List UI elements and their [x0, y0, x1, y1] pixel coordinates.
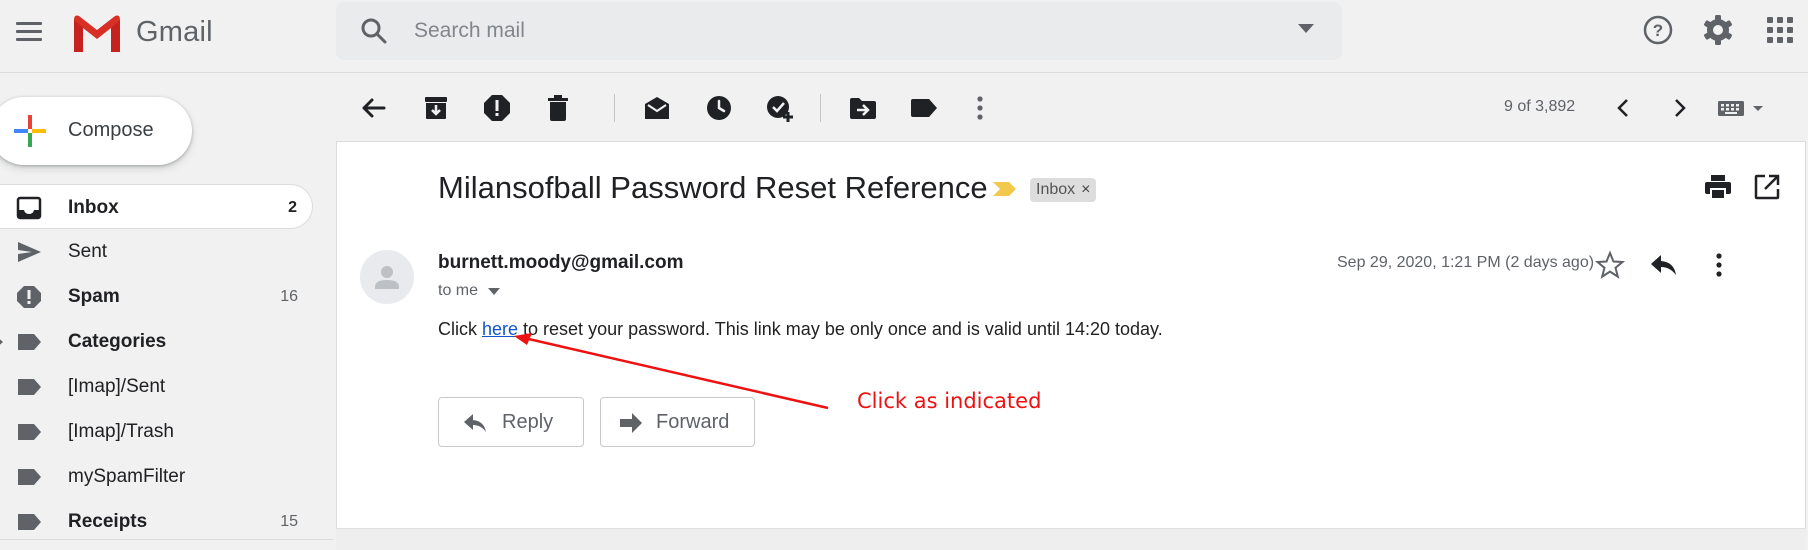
search-icon[interactable]: [360, 17, 388, 45]
sidebar-item-categories[interactable]: Categories: [0, 319, 314, 364]
inbox-icon: [16, 196, 42, 220]
labels-icon[interactable]: [908, 92, 940, 124]
annotation-label: Click as indicated: [857, 389, 1042, 413]
snooze-icon[interactable]: [703, 92, 735, 124]
reset-password-link[interactable]: here: [482, 319, 518, 339]
sidebar-item-label: Sent: [68, 241, 108, 262]
more-vert-icon[interactable]: [964, 92, 996, 124]
compose-button[interactable]: Compose: [0, 97, 192, 165]
sidebar-item-inbox[interactable]: Inbox 2: [0, 184, 313, 229]
toolbar-divider: [820, 94, 821, 122]
label-icon: [18, 514, 41, 530]
sidebar-item-receipts[interactable]: Receipts 15: [0, 499, 314, 544]
sidebar-item-label: Spam: [68, 286, 120, 307]
label-chip-text: Inbox: [1036, 181, 1076, 198]
main-menu-button[interactable]: [12, 14, 46, 48]
label-icon: [18, 334, 41, 350]
archive-icon[interactable]: [420, 92, 452, 124]
remove-label-icon[interactable]: ×: [1081, 181, 1090, 199]
message-date: Sep 29, 2020, 1:21 PM (2 days ago): [1337, 254, 1595, 271]
top-header: Gmail ?: [0, 0, 1808, 73]
toolbar-divider: [614, 94, 615, 122]
print-icon[interactable]: [1703, 172, 1733, 202]
search-options-icon[interactable]: [1298, 24, 1314, 33]
newer-chevron-icon[interactable]: [1608, 92, 1640, 124]
search-input[interactable]: [414, 16, 1274, 46]
message-toolbar: 9 of 3,892: [336, 84, 1808, 132]
send-icon: [18, 242, 41, 262]
sidebar-divider: [0, 539, 334, 540]
message-body: Click here to reset your password. This …: [438, 319, 1163, 340]
delete-icon[interactable]: [542, 92, 574, 124]
body-text-after: to reset your password. This link may be…: [518, 319, 1163, 339]
apps-grid-icon[interactable]: [1762, 12, 1798, 48]
compose-plus-icon: [14, 115, 46, 147]
settings-gear-icon[interactable]: [1700, 12, 1736, 48]
sidebar-item-imap-sent[interactable]: [Imap]/Sent: [0, 364, 314, 409]
sidebar-item-label: Receipts: [68, 511, 148, 532]
sender-avatar: [360, 250, 414, 304]
panel-footer: [336, 528, 1806, 550]
expand-caret-icon[interactable]: [0, 336, 3, 348]
body-text-before: Click: [438, 319, 482, 339]
svg-text:?: ?: [1653, 21, 1663, 40]
compose-label: Compose: [68, 119, 154, 141]
person-icon: [375, 266, 399, 289]
sender-email[interactable]: burnett.moody@gmail.com: [438, 252, 684, 274]
unread-count: 16: [280, 288, 298, 305]
recipient-text: to me: [438, 282, 479, 299]
star-icon[interactable]: [1594, 249, 1626, 281]
keyboard-icon[interactable]: [1716, 92, 1768, 124]
unread-count: 2: [288, 199, 297, 216]
move-to-icon[interactable]: [847, 92, 879, 124]
reply-label: Reply: [502, 411, 554, 433]
reply-icon: [464, 414, 486, 432]
reply-button[interactable]: Reply: [438, 397, 584, 447]
inbox-label-chip: Inbox ×: [1030, 178, 1097, 202]
report-spam-icon[interactable]: [481, 92, 513, 124]
forward-label: Forward: [656, 411, 730, 433]
sidebar-item-spam[interactable]: Spam 16: [0, 274, 314, 319]
forward-icon: [620, 413, 642, 433]
label-icon: [18, 469, 41, 485]
pager-count: 9 of 3,892: [1504, 98, 1576, 115]
unread-count: 15: [280, 513, 298, 530]
importance-marker-icon[interactable]: [992, 180, 1018, 198]
sidebar-item-label: mySpamFilter: [68, 466, 186, 487]
gmail-m-icon: [74, 15, 120, 52]
sidebar-item-myspamfilter[interactable]: mySpamFilter: [0, 454, 314, 499]
sidebar-nav: Inbox 2 Sent Spam 16 Categories [Imap]/S…: [0, 184, 314, 544]
add-task-icon[interactable]: [764, 92, 796, 124]
sidebar-item-label: [Imap]/Sent: [68, 376, 166, 397]
sidebar-item-label: [Imap]/Trash: [68, 421, 174, 442]
sidebar-item-label: Categories: [68, 331, 167, 352]
mark-unread-icon[interactable]: [641, 92, 673, 124]
help-icon[interactable]: ?: [1640, 12, 1676, 48]
message-panel: Milansofball Password Reset Reference In…: [336, 141, 1806, 550]
show-details-caret-icon: [488, 287, 501, 295]
open-in-new-window-icon[interactable]: [1752, 172, 1782, 202]
message-subject: Milansofball Password Reset Reference: [438, 170, 988, 205]
search-bar: [336, 2, 1342, 60]
label-icon: [18, 379, 41, 395]
label-icon: [18, 424, 41, 440]
menu-icon-line: [16, 29, 42, 33]
older-chevron-icon[interactable]: [1663, 92, 1695, 124]
sidebar-item-label: Inbox: [68, 197, 119, 218]
sidebar-item-sent[interactable]: Sent: [0, 229, 314, 274]
sidebar-item-imap-trash[interactable]: [Imap]/Trash: [0, 409, 314, 454]
spam-icon: [17, 286, 41, 308]
recipient-details[interactable]: to me: [438, 282, 501, 300]
back-arrow-icon[interactable]: [357, 92, 389, 124]
menu-icon-line: [16, 37, 42, 41]
reply-arrow-icon[interactable]: [1648, 249, 1680, 281]
gmail-logo[interactable]: Gmail: [70, 10, 213, 54]
menu-icon: [16, 21, 42, 25]
more-vert-icon[interactable]: [1703, 249, 1735, 281]
forward-button[interactable]: Forward: [600, 397, 755, 447]
app-name: Gmail: [136, 15, 213, 48]
